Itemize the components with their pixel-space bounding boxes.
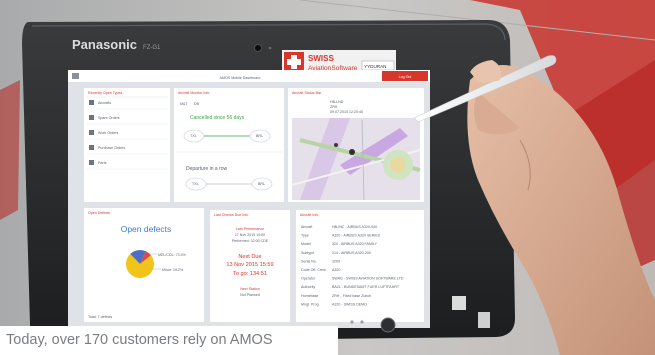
next-due-panel: Last Checks Due Info Last Performance 17… xyxy=(210,210,290,322)
next-due-line-3: Performed: 32:00 CDE xyxy=(232,239,269,243)
map-panel: Aircraft Status Bar HB-LND ZRH 09.07.201… xyxy=(288,88,424,202)
defects-panel: Open Defects Open defects MEL/CDL: 73.4%… xyxy=(84,208,204,322)
logout-button-label: Log Out xyxy=(399,75,412,79)
flight-2-to: BRL xyxy=(258,182,265,186)
status-led-1 xyxy=(350,320,354,324)
next-due-line-4: Next Due xyxy=(238,254,261,260)
recent-types-title: Recently Open Types xyxy=(88,91,122,95)
airport-map[interactable] xyxy=(291,118,421,201)
info-row-key-0: Aircraft xyxy=(301,225,312,229)
aircraft-monitor-title: Aircraft Monitor Info xyxy=(178,91,209,95)
next-due-line-6: To go: 134:51 xyxy=(233,271,267,277)
aircraft-tab-b[interactable]: DB xyxy=(194,102,200,106)
camera-light xyxy=(268,46,272,50)
info-row-value-6: SWAG - SWISS AVIATION SOFTWARE LTD xyxy=(332,277,404,281)
next-due-line-5: 13 Nov 2015 15:59 xyxy=(226,262,273,268)
flight-1-from: TXL xyxy=(190,134,197,138)
aircraft-label-2: Departure in a row xyxy=(186,166,228,172)
left-list-item-3[interactable]: Purchase Orders xyxy=(98,146,125,150)
next-due-line-7: Next Station xyxy=(240,287,260,291)
aircraft-monitor-panel: Aircraft Monitor Info M&T DB Cancelled s… xyxy=(174,88,284,202)
list-item-icon xyxy=(89,130,94,135)
tablet-display: AMOS Mobile Dashboard Log Out Recently O… xyxy=(68,70,430,328)
intel-sticker xyxy=(452,296,466,310)
info-row-key-2: Model xyxy=(301,242,311,246)
next-due-title: Last Checks Due Info xyxy=(214,213,248,217)
info-row-key-6: Operator xyxy=(301,277,316,281)
defects-callout-1: MEL/CDL: 73.4% xyxy=(158,253,187,257)
photo-scene: Panasonic FZ-G1 SWISS AviationSoftware Y… xyxy=(0,0,655,355)
info-row-key-3: Subtype xyxy=(301,251,314,255)
flight-2-from: TXL xyxy=(192,182,199,186)
info-row-value-9: A320 - SWISS DEMO xyxy=(332,302,367,306)
power-button-icon[interactable] xyxy=(380,317,396,333)
info-row-key-1: Type xyxy=(301,234,309,238)
recent-types-panel: Recently Open Types Aircrafts Spare Order… xyxy=(84,88,170,202)
left-list-item-1[interactable]: Spare Orders xyxy=(98,116,120,120)
defects-callout-2: Minor: 19.2% xyxy=(162,268,184,272)
info-row-value-0: HB-INC - AIRBUS A320-940 xyxy=(332,225,377,229)
aircraft-tab-a[interactable]: M&T xyxy=(180,102,188,106)
info-row-value-4: 3209 xyxy=(332,259,340,263)
next-due-line-1: Last Performance xyxy=(236,227,264,231)
model-label: FZ-G1 xyxy=(143,45,161,51)
brand-logo: Panasonic xyxy=(72,37,137,52)
caption-text: Today, over 170 customers rely on AMOS xyxy=(6,332,273,348)
info-row-key-8: Homebase xyxy=(301,294,318,298)
info-row-value-2: 320 - AIRBUS A320 FAMILY xyxy=(332,242,378,246)
next-due-line-2: 17 Nov 2015 10:00 xyxy=(235,233,265,237)
aircraft-label-1: Cancelled since 56 days xyxy=(190,115,245,121)
defects-footer: Total: 7 defects xyxy=(88,315,112,319)
list-item-icon xyxy=(89,115,94,120)
info-row-value-8: ZRH - Fixed base Zurich xyxy=(332,294,371,298)
energy-sticker xyxy=(478,312,490,328)
info-row-value-5: A320 xyxy=(332,268,340,272)
camera-lens xyxy=(254,44,262,52)
info-row-value-7: BAZL - BUNDESAMT FUER LUFTFAHRT xyxy=(332,285,400,289)
status-led-2 xyxy=(360,320,364,324)
next-due-line-8: Not Planned xyxy=(240,293,260,297)
map-time-label: 09.07.2015 12:20:45 xyxy=(330,110,363,114)
info-row-key-4: Serial No. xyxy=(301,259,317,263)
map-location-label: ZRH xyxy=(330,105,338,109)
aircraft-red-stripe-3 xyxy=(0,80,20,220)
aircraft-marker-icon xyxy=(349,149,355,155)
screen-header-title: AMOS Mobile Dashboard xyxy=(220,76,261,80)
map-reg-label: HB-LND xyxy=(330,100,344,104)
left-list-item-4[interactable]: Parts xyxy=(98,161,107,165)
info-row-key-9: Mngt. Prog. xyxy=(301,302,320,306)
defects-panel-title: Open Defects xyxy=(88,211,110,215)
defects-label: Open defects xyxy=(121,224,172,234)
info-row-value-3: 214 - AIRBUS A320-200 xyxy=(332,251,371,255)
flight-1-to: BRL xyxy=(256,134,263,138)
menu-icon[interactable] xyxy=(72,73,79,79)
list-item-icon xyxy=(89,160,94,165)
info-row-key-5: Code Off. Crew xyxy=(301,268,326,272)
caption-banner: Today, over 170 customers rely on AMOS xyxy=(0,326,338,355)
aircraft-info-panel: Aircraft Info Aircraft HB-INC - AIRBUS A3… xyxy=(296,210,424,322)
map-panel-title: Aircraft Status Bar xyxy=(292,91,322,95)
sticker-brand: SWISS xyxy=(308,54,334,63)
left-list-item-0[interactable]: Aircrafts xyxy=(98,101,111,105)
info-row-value-1: A320 - AIRBUS A320 SERIES xyxy=(332,234,381,238)
info-row-key-7: Authority xyxy=(301,285,315,289)
left-list-item-2[interactable]: Work Orders xyxy=(98,131,119,135)
list-item-icon xyxy=(89,100,94,105)
list-item-icon xyxy=(89,145,94,150)
sticker-tail: YYDURAN xyxy=(364,64,386,69)
aircraft-info-title: Aircraft Info xyxy=(300,213,318,217)
